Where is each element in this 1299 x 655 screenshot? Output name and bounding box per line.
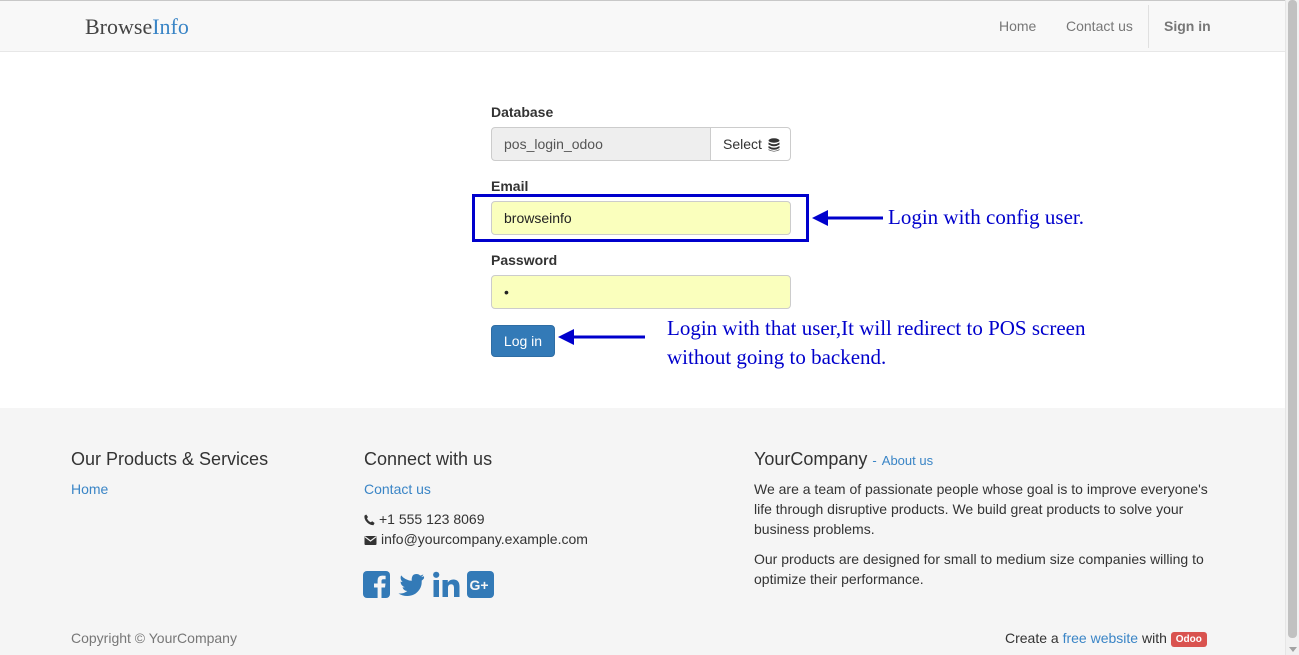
password-label: Password xyxy=(491,252,558,268)
phone-icon xyxy=(364,514,375,526)
email-label: Email xyxy=(491,178,529,194)
annotation-login-line2: without going to backend. xyxy=(667,345,887,369)
annotation-email-note: Login with config user. xyxy=(888,205,1084,229)
brand-logo[interactable]: BrowseInfo xyxy=(85,14,189,40)
footer-about-link[interactable]: About us xyxy=(882,453,933,468)
footer-copyright: Copyright © YourCompany xyxy=(71,630,237,646)
login-button[interactable]: Log in xyxy=(491,325,555,357)
database-label: Database xyxy=(491,104,554,120)
nav-divider xyxy=(1148,5,1149,48)
top-navbar: BrowseInfo Home Contact us Sign in xyxy=(0,0,1285,52)
footer-home-link[interactable]: Home xyxy=(71,481,108,497)
database-select-label: Select xyxy=(723,136,762,152)
footer-company-heading: YourCompany - About us xyxy=(754,449,933,470)
footer-company-name: YourCompany xyxy=(754,449,868,469)
footer-email-text: info@yourcompany.example.com xyxy=(381,531,588,547)
create-with: with xyxy=(1141,630,1167,646)
footer-create-website: Create a free website with Odoo xyxy=(1005,630,1207,647)
scrollbar-thumb[interactable] xyxy=(1288,0,1297,638)
annotation-login-note: Login with that user,It will redirect to… xyxy=(667,314,1085,372)
email-field[interactable]: browseinfo xyxy=(491,201,791,235)
nav-home-link[interactable]: Home xyxy=(999,18,1036,34)
brand-part2: Info xyxy=(152,14,189,39)
twitter-icon[interactable] xyxy=(398,571,425,598)
annotation-login-line1: Login with that user,It will redirect to… xyxy=(667,316,1086,340)
nav-contact-link[interactable]: Contact us xyxy=(1066,18,1133,34)
footer-connect-heading: Connect with us xyxy=(364,449,493,469)
scroll-down-arrow-icon[interactable] xyxy=(1289,647,1297,652)
envelope-icon xyxy=(364,536,377,545)
vertical-scrollbar[interactable] xyxy=(1285,0,1299,655)
database-select-button[interactable]: Select xyxy=(710,127,791,161)
footer-about-paragraph-2: Our products are designed for small to m… xyxy=(754,551,1204,587)
database-field: pos_login_odoo xyxy=(491,127,711,161)
facebook-icon[interactable] xyxy=(363,571,390,598)
footer-products-heading: Our Products & Services xyxy=(71,449,269,469)
svg-text:G+: G+ xyxy=(470,577,489,593)
footer-contact-link[interactable]: Contact us xyxy=(364,481,431,497)
database-icon xyxy=(768,138,780,152)
about-dash: - xyxy=(872,453,877,468)
annotation-arrow-login-icon xyxy=(558,329,645,345)
footer-phone-text: +1 555 123 8069 xyxy=(379,511,485,527)
create-prefix: Create a xyxy=(1005,630,1059,646)
nav-signin-link[interactable]: Sign in xyxy=(1164,18,1211,34)
brand-part1: Browse xyxy=(85,14,153,39)
linkedin-icon[interactable] xyxy=(433,571,460,598)
free-website-link[interactable]: free website xyxy=(1063,630,1138,646)
footer-phone: +1 555 123 8069 xyxy=(364,511,485,527)
annotation-arrow-email-icon xyxy=(812,210,883,226)
footer-email: info@yourcompany.example.com xyxy=(364,531,588,547)
footer-about-paragraph-1: We are a team of passionate people whose… xyxy=(754,481,1208,537)
odoo-badge[interactable]: Odoo xyxy=(1170,632,1207,647)
google-plus-icon[interactable]: G+ xyxy=(467,571,494,598)
password-field[interactable]: • xyxy=(491,275,791,309)
